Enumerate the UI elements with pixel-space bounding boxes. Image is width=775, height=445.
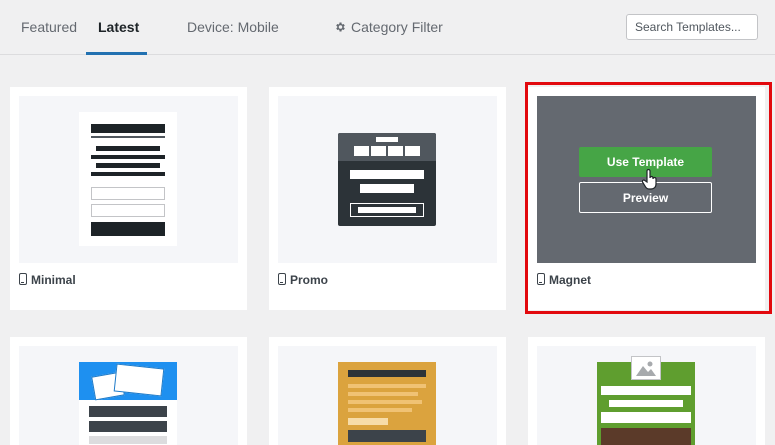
tab-latest[interactable]: Latest [98,19,139,35]
template-card-4[interactable] [10,337,247,445]
minimal-preview-page [79,112,177,246]
template-card-minimal[interactable]: Minimal [10,87,247,310]
hover-overlay: Use Template Preview [537,96,756,263]
template-thumbnail [278,346,497,445]
active-tab-indicator [86,52,147,55]
template-filter-bar: Featured Latest Device: Mobile Category … [0,0,775,55]
template-thumbnail [19,346,238,445]
preview-page [79,362,177,445]
tab-category-filter[interactable]: Category Filter [334,19,443,35]
template-card-promo[interactable]: Promo [269,87,506,310]
template-card-5[interactable] [269,337,506,445]
template-thumbnail: Use Template Preview [537,96,756,263]
template-thumbnail [278,96,497,263]
category-filter-label: Category Filter [351,19,443,35]
image-placeholder-icon [636,361,656,376]
preview-page [338,362,436,445]
template-name: Promo [278,273,328,287]
tab-device-mobile[interactable]: Device: Mobile [187,19,279,35]
mobile-icon [537,273,545,285]
template-thumbnail [537,346,756,445]
tab-featured[interactable]: Featured [21,19,77,35]
mobile-icon [19,273,27,285]
preview-page [597,356,695,445]
template-card-6[interactable] [528,337,765,445]
template-thumbnail [19,96,238,263]
search-templates-input[interactable] [626,14,758,40]
promo-preview-page [338,133,436,226]
template-card-magnet[interactable]: Use Template Preview Magnet [528,87,765,310]
hand-cursor-icon [642,169,657,190]
mobile-icon [278,273,286,285]
gear-icon [336,22,345,32]
template-name: Magnet [537,273,591,287]
template-name: Minimal [19,273,76,287]
